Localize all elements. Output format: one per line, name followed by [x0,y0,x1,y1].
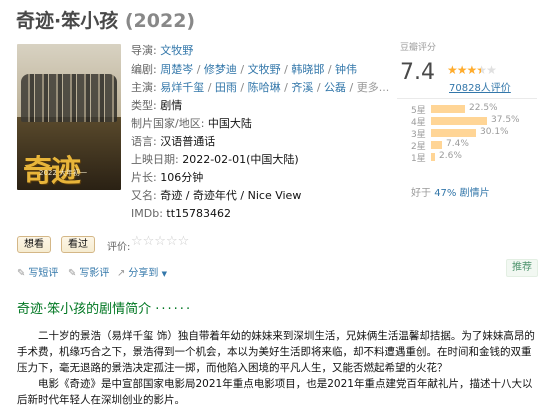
writer-link[interactable]: 韩晓邯 [291,63,324,76]
want-to-watch-button[interactable]: 想看 [17,236,51,253]
runtime-value: 106分钟 [160,171,204,184]
genre-label: 类型: [131,99,157,112]
share-link[interactable]: 分享到 [128,268,158,279]
rating-bar-fill [431,141,442,149]
votes-link[interactable]: 70828人评价 [449,79,511,94]
rating-distribution: 5星 22.5% 4星 37.5% 3星 30.1% 2星 7.4% 1星 2.… [411,103,541,164]
writer-link[interactable]: 文牧野 [248,63,281,76]
rating-bar-row: 5星 22.5% [411,103,541,116]
movie-poster[interactable]: 奇迹 2022 大年初一 [17,44,121,190]
write-short-link[interactable]: 写短评 [28,268,58,279]
movie-title: 奇迹·笨小孩 [16,10,119,32]
rating-label: 豆瓣评分 [400,43,437,53]
rating-bar-percent: 37.5% [491,115,520,125]
genre-row: 类型: 剧情 [131,99,182,113]
share-action[interactable]: ↗ 分享到 ▼ [117,264,167,279]
share-icon: ↗ [117,268,126,279]
empty-star-icon: ★ [486,63,497,77]
director-row: 导演: 文牧野 [131,44,193,58]
rate-label: 评价: [107,242,131,253]
recommend-button[interactable]: 推荐 [506,259,538,277]
rating-bar-row: 3星 30.1% [411,127,541,140]
imdb-value[interactable]: tt15783462 [166,207,231,220]
release-label: 上映日期: [131,153,179,166]
better-than-genre-link[interactable]: 剧情片 [460,188,490,199]
aka-value: 奇迹 / 奇迹年代 / Nice View [160,189,302,202]
star-icon: ★ [447,63,458,77]
rating-bar-fill [431,153,435,161]
rating-bar-star-label: 1星 [411,154,426,164]
rating-bar-percent: 2.6% [439,151,462,161]
chevron-down-icon: ▼ [161,270,167,278]
director-link[interactable]: 文牧野 [160,44,193,57]
intro-title-dots: ······ [155,302,193,317]
cast-link[interactable]: 齐溪 [291,81,313,94]
divider [397,98,537,99]
runtime-row: 片长: 106分钟 [131,171,203,185]
rating-bar-fill [431,105,465,113]
rating-stars: ★★★★★ [447,63,497,77]
rating-bar-row: 4星 37.5% [411,115,541,128]
half-star-icon: ★ [476,63,487,77]
writer-link[interactable]: 周楚岑 [160,63,193,76]
pencil-icon: ✎ [17,268,26,279]
rating-bar-percent: 22.5% [469,103,498,113]
cast-link[interactable]: 公磊 [324,81,346,94]
better-than-percent-link[interactable]: 47% [434,188,456,199]
cast-row: 主演: 易烊千玺 / 田雨 / 陈哈琳 / 齐溪 / 公磊 / 更多... [131,81,390,94]
intro-title: 奇迹·笨小孩的剧情简介 [17,302,152,317]
watched-button[interactable]: 看过 [61,236,95,253]
writer-label: 编剧: [131,63,157,76]
rating-score: 7.4 [400,60,435,85]
country-row: 制片国家/地区: 中国大陆 [131,117,252,131]
runtime-label: 片长: [131,171,157,184]
rating-bar-fill [431,129,476,137]
cast-link[interactable]: 田雨 [215,81,237,94]
release-value: 2022-02-01(中国大陆) [182,153,299,166]
poster-date-text: 2022 大年初一 [39,169,88,177]
rating-bar-row: 2星 7.4% [411,139,541,152]
page-title: 奇迹·笨小孩 (2022) [16,6,195,33]
release-row: 上映日期: 2022-02-01(中国大陆) [131,153,299,167]
better-than: 好于 47% 剧情片 [411,184,490,199]
pencil-icon: ✎ [68,268,77,279]
rating-bar-percent: 30.1% [480,127,509,137]
write-review-action[interactable]: ✎ 写影评 [68,264,109,279]
cast-link[interactable]: 陈哈琳 [248,81,281,94]
writer-link[interactable]: 钟伟 [335,63,357,76]
cast-label: 主演: [131,81,157,94]
imdb-label: IMDb: [131,207,163,220]
writer-link[interactable]: 修梦迪 [204,63,237,76]
synopsis-paragraph: 电影《奇迹》是中宣部国家电影局2021年重点电影项目，也是2021年重点建党百年… [17,378,533,406]
cast-more-link[interactable]: 更多... [357,81,390,94]
rating-bar-percent: 7.4% [446,139,469,149]
synopsis: 二十岁的景浩（易烊千玺 饰）独自带着年幼的妹妹来到深圳生活，兄妹俩生活温馨却拮据… [17,328,537,408]
rating-bar-fill [431,117,487,125]
language-label: 语言: [131,135,157,148]
poster-figures [21,74,117,122]
writer-row: 编剧: 周楚岑 / 修梦迪 / 文牧野 / 韩晓邯 / 钟伟 [131,63,358,76]
star-icon: ★ [466,63,478,77]
language-row: 语言: 汉语普通话 [131,135,215,149]
aka-row: 又名: 奇迹 / 奇迹年代 / Nice View [131,189,301,203]
genre-value: 剧情 [160,99,183,112]
director-label: 导演: [131,44,157,57]
star-icon: ★ [456,63,468,77]
cast-link[interactable]: 易烊千玺 [160,81,204,94]
country-label: 制片国家/地区: [131,117,205,130]
country-value: 中国大陆 [207,117,252,130]
rating-panel: 豆瓣评分 7.4 ★★★★★ 70828人评价 5星 22.5% 4星 37.5… [397,38,537,203]
write-short-action[interactable]: ✎ 写短评 [17,264,58,279]
intro-heading: 奇迹·笨小孩的剧情简介 ······ [17,298,192,317]
synopsis-paragraph: 二十岁的景浩（易烊千玺 饰）独自带着年幼的妹妹来到深圳生活，兄妹俩生活温馨却拮据… [17,330,535,374]
aka-label: 又名: [131,189,157,202]
rate-stars-input[interactable]: ☆☆☆☆☆ [131,234,189,249]
imdb-row: IMDb: tt15783462 [131,207,231,221]
movie-year: (2022) [124,10,196,32]
write-review-link[interactable]: 写影评 [79,268,109,279]
language-value: 汉语普通话 [160,135,216,148]
better-than-prefix: 好于 [411,188,431,199]
rating-bar-row: 1星 2.6% [411,151,541,164]
